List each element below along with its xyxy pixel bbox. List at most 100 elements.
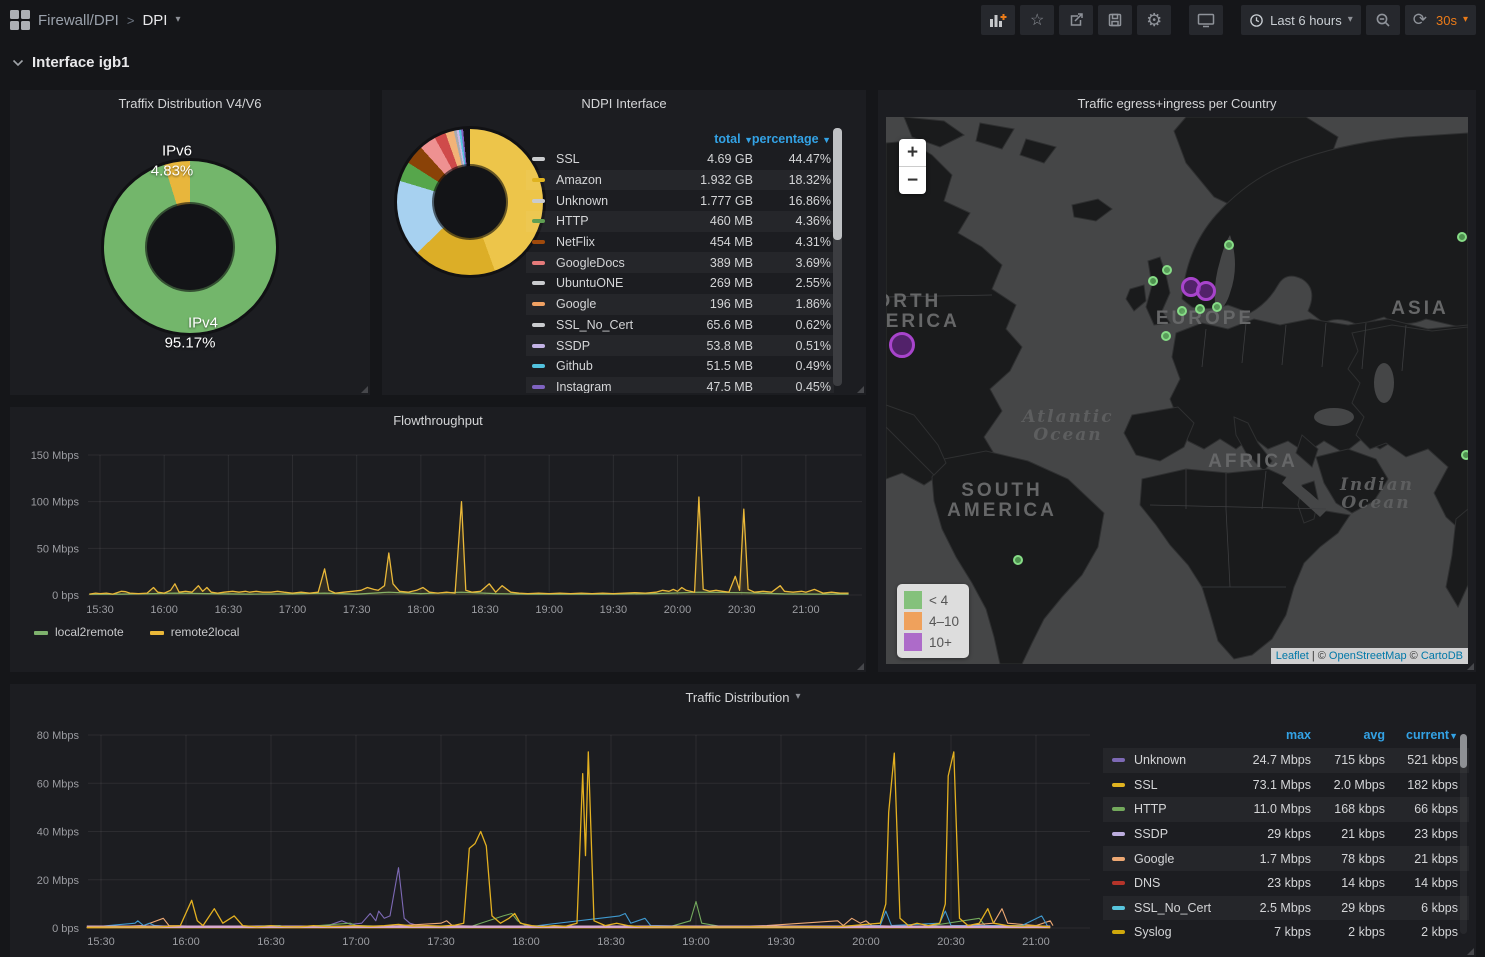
table-header-row: total ▼ percentage ▼ [526, 130, 834, 149]
pie-slice-percent: 4.83% [151, 163, 194, 180]
panel-traffic-per-country: Traffic egress+ingress per Country [878, 90, 1476, 672]
openstreetmap-link[interactable]: OpenStreetMap [1329, 650, 1407, 662]
ndpi-donut-chart[interactable] [397, 129, 543, 275]
traffic-circle[interactable] [1457, 232, 1467, 242]
y-axis-tick-label: 80 Mbps [37, 730, 80, 742]
series-name[interactable]: Google [1134, 852, 1174, 866]
column-header-current[interactable]: current▼ [1406, 728, 1458, 742]
series-name[interactable]: UbuntuONE [556, 276, 623, 290]
legend-color-swatch [904, 591, 922, 609]
cell-pct: 1.86% [761, 297, 831, 311]
save-button[interactable] [1098, 5, 1132, 35]
chevron-down-icon[interactable]: ▾ [175, 15, 180, 25]
series-name[interactable]: Amazon [556, 173, 602, 187]
breadcrumb-folder[interactable]: Firewall/DPI [38, 12, 119, 29]
ocean-label: Atlantic [1022, 407, 1113, 427]
traffic-circle[interactable] [1212, 302, 1222, 312]
donut-hole [147, 204, 233, 290]
cell-max: 11.0 Mbps [1221, 802, 1311, 816]
add-panel-icon [989, 12, 1007, 28]
star-button[interactable]: ☆ [1020, 5, 1054, 35]
add-panel-button[interactable] [981, 5, 1015, 35]
traffic-circle[interactable] [1195, 304, 1205, 314]
chevron-down-icon: ▾ [1348, 15, 1353, 25]
traffic-circle[interactable] [1177, 306, 1187, 316]
series-name[interactable]: Github [556, 359, 593, 373]
legend-item[interactable]: remote2local [150, 625, 240, 639]
series-name[interactable]: Unknown [556, 194, 608, 208]
dashboard-grid-icon[interactable] [10, 10, 30, 30]
panel-title[interactable]: NDPI Interface [382, 90, 866, 116]
traffic-circle[interactable] [1148, 276, 1158, 286]
x-axis-tick-label: 17:30 [427, 936, 455, 948]
leaflet-link[interactable]: Leaflet [1276, 650, 1309, 662]
dashboard-row-header[interactable]: Interface igb1 [0, 40, 1485, 71]
v4v6-donut-chart[interactable] [104, 161, 276, 333]
scrollbar-thumb[interactable] [1460, 734, 1467, 768]
clock-icon [1249, 13, 1264, 28]
traffic-circle[interactable] [1461, 450, 1468, 460]
scrollbar-track[interactable] [1460, 734, 1467, 934]
cell-total: 53.8 MB [673, 339, 753, 353]
zoom-out-time-button[interactable] [1366, 5, 1400, 35]
y-axis-tick-label: 60 Mbps [37, 778, 80, 790]
world-map[interactable]: NORTHAMERICASOUTHAMERICAEUROPEASIAAFRICA… [886, 117, 1468, 664]
column-header-percentage[interactable]: percentage ▼ [752, 132, 831, 146]
scrollbar-thumb[interactable] [833, 128, 842, 240]
scrollbar-track[interactable] [833, 128, 842, 386]
traffic-circle[interactable] [889, 332, 915, 358]
series-name[interactable]: SSL_No_Cert [1134, 901, 1211, 915]
column-header-max[interactable]: max [1286, 728, 1311, 742]
series-name[interactable]: SSDP [556, 339, 590, 353]
x-axis-tick-label: 21:00 [1022, 936, 1050, 948]
traffic-circle[interactable] [1224, 240, 1234, 250]
panel-title[interactable]: Traffic egress+ingress per Country [878, 90, 1476, 116]
table-row: Instagram47.5 MB0.45% [526, 377, 834, 393]
cartodb-link[interactable]: CartoDB [1421, 650, 1463, 662]
series-line-SSL [87, 752, 1050, 927]
panel-title[interactable]: Traffix Distribution V4/V6 [10, 90, 370, 116]
share-button[interactable] [1059, 5, 1093, 35]
y-axis-tick-label: 0 bps [52, 590, 79, 602]
cell-pct: 16.86% [761, 194, 831, 208]
breadcrumb-dashboard[interactable]: DPI [142, 12, 167, 29]
attribution-separator: | [1312, 650, 1315, 662]
series-name[interactable]: HTTP [556, 214, 589, 228]
zoom-in-button[interactable]: + [899, 139, 926, 166]
series-name[interactable]: HTTP [1134, 802, 1167, 816]
traffic-circle[interactable] [1013, 555, 1023, 565]
series-name[interactable]: Unknown [1134, 753, 1186, 767]
series-name[interactable]: NetFlix [556, 235, 595, 249]
legend-label: 4–10 [929, 614, 959, 629]
refresh-button[interactable]: ⟳ 30s ▾ [1405, 5, 1476, 35]
map-legend: < 44–1010+ [897, 584, 969, 658]
series-name[interactable]: Syslog [1134, 925, 1172, 939]
series-name[interactable]: SSDP [1134, 827, 1168, 841]
settings-button[interactable]: ⚙ [1137, 5, 1171, 35]
column-header-avg[interactable]: avg [1363, 728, 1385, 742]
cell-total: 460 MB [673, 214, 753, 228]
series-name[interactable]: SSL_No_Cert [556, 318, 633, 332]
traffic-circle[interactable] [1162, 265, 1172, 275]
series-name: local2remote [55, 625, 124, 639]
cycle-view-button[interactable] [1189, 5, 1223, 35]
time-range-picker[interactable]: Last 6 hours ▾ [1241, 5, 1361, 35]
table-row: SSL4.69 GB44.47% [526, 149, 834, 170]
series-name[interactable]: DNS [1134, 876, 1160, 890]
series-name[interactable]: Instagram [556, 380, 612, 393]
series-name[interactable]: SSL [1134, 778, 1158, 792]
series-color-swatch [1112, 832, 1125, 836]
traffic-circle[interactable] [1196, 281, 1216, 301]
column-header-total[interactable]: total ▼ [714, 132, 753, 146]
y-axis-tick-label: 150 Mbps [31, 450, 80, 462]
legend-item[interactable]: local2remote [34, 625, 124, 639]
table-row: HTTP460 MB4.36% [526, 211, 834, 232]
series-name[interactable]: SSL [556, 152, 580, 166]
series-name[interactable]: GoogleDocs [556, 256, 625, 270]
traffic-circle[interactable] [1161, 331, 1171, 341]
series-area-remote2local [89, 497, 848, 595]
series-color-swatch [1112, 906, 1125, 910]
zoom-out-button[interactable]: − [899, 167, 926, 194]
series-name[interactable]: Google [556, 297, 596, 311]
chevron-down-icon[interactable]: ▾ [1463, 15, 1468, 25]
